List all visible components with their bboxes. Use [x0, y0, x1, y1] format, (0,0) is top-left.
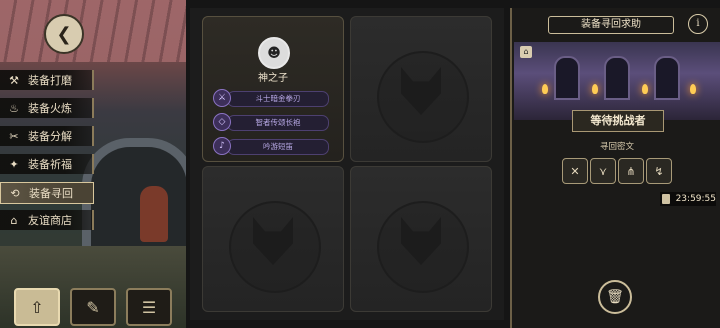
menu-item-label: 装备寻回 [29, 187, 73, 200]
preview-window [554, 56, 580, 100]
menu-item-2[interactable]: ✂ 装备分解 [0, 126, 94, 146]
candle-flame [542, 84, 548, 94]
empty-slot[interactable] [350, 166, 492, 312]
rune-button-1[interactable]: ⋎ [590, 158, 616, 184]
info-button[interactable]: i [688, 14, 708, 34]
hammer-icon: ⚒ [9, 73, 19, 87]
menu-item-0[interactable]: ⚒ 装备打磨 [0, 70, 94, 90]
break-icon: ✂ [9, 129, 19, 143]
empty-slot[interactable] [202, 166, 344, 312]
flame-icon: ♨ [9, 101, 19, 115]
fist-blade-icon: ⚔ [213, 89, 231, 107]
rune-button-0[interactable]: ✕ [562, 158, 588, 184]
hero-name: 神之子 [258, 73, 288, 84]
scene-character [140, 186, 168, 242]
equipment-slots-area: ☻ 神之子 斗士暗金拳刃 ⚔ 智者传颂长袍 ◇ 吟游短笛 ♪ [190, 8, 504, 320]
gear-item[interactable]: 吟游短笛 ♪ [213, 137, 333, 155]
hourglass-icon [662, 194, 670, 204]
menu-item-label: 装备打磨 [28, 74, 72, 87]
candle-flame [642, 84, 648, 94]
scene-preview: ⌂ [514, 42, 720, 120]
trash-button[interactable]: 🗑 [598, 280, 632, 314]
pray-icon: ✦ [9, 157, 19, 171]
back-arrow-icon: ❮ [56, 23, 72, 45]
bottom-tab-2[interactable]: ☰ [126, 288, 172, 326]
scene-roof [0, 0, 186, 62]
preview-badge-icon: ⌂ [520, 46, 532, 58]
timer-value: 23:59:55 [675, 194, 716, 204]
upload-icon: ⇧ [30, 297, 44, 317]
rune-button-2[interactable]: ⋔ [618, 158, 644, 184]
retrieve-icon: ⟲ [10, 186, 20, 200]
runes-label: 寻回密文 [599, 142, 634, 152]
gear-item[interactable]: 斗士暗金拳刃 ⚔ [213, 89, 333, 107]
rune-1-icon: ✕ [570, 164, 580, 178]
feather-icon: ✎ [86, 297, 100, 317]
menu-item-3[interactable]: ✦ 装备祈福 [0, 154, 94, 174]
gear-item-name: 斗士暗金拳刃 [227, 91, 329, 107]
trash-icon: 🗑 [606, 289, 624, 305]
rune-4-icon: ↯ [654, 164, 664, 178]
retrieve-help-panel: 装备寻回求助 i ⌂ 等待挑战者 寻回密文 ✕ ⋎ ⋔ ↯ 23:59:55 🗑 [510, 8, 720, 328]
menu-item-label: 装备分解 [28, 130, 72, 143]
menu-item-label: 装备火炼 [28, 102, 72, 115]
countdown-timer: 23:59:55 [660, 192, 716, 206]
preview-window [604, 56, 630, 100]
flute-icon: ♪ [213, 137, 231, 155]
hero-slot[interactable]: ☻ 神之子 斗士暗金拳刃 ⚔ 智者传颂长袍 ◇ 吟游短笛 ♪ [202, 16, 344, 162]
empty-slot[interactable] [350, 16, 492, 162]
list-icon: ☰ [141, 297, 157, 317]
candle-flame [592, 84, 598, 94]
challenger-status: 等待挑战者 [572, 110, 664, 132]
menu-item-4[interactable]: ⟲ 装备寻回 [0, 182, 94, 204]
bottom-tab-1[interactable]: ✎ [70, 288, 116, 326]
menu-item-label: 装备祈福 [28, 158, 72, 171]
back-button[interactable]: ❮ [44, 14, 84, 54]
menu-item-label: 友谊商店 [28, 214, 72, 227]
masked-hero-avatar: ☻ [258, 37, 290, 69]
panel-title: 装备寻回求助 [548, 16, 674, 34]
gear-item-name: 智者传颂长袍 [227, 115, 329, 131]
preview-window [654, 56, 680, 100]
robe-icon: ◇ [213, 113, 231, 131]
bottom-tab-0[interactable]: ⇧ [14, 288, 60, 326]
rune-button-3[interactable]: ↯ [646, 158, 672, 184]
menu-item-5[interactable]: ⌂ 友谊商店 [0, 210, 94, 230]
gear-item-name: 吟游短笛 [227, 139, 329, 155]
rune-3-icon: ⋔ [626, 164, 636, 178]
rune-2-icon: ⋎ [598, 164, 608, 178]
shop-icon: ⌂ [10, 213, 18, 227]
gear-item[interactable]: 智者传颂长袍 ◇ [213, 113, 333, 131]
candle-flame [690, 84, 696, 94]
menu-item-1[interactable]: ♨ 装备火炼 [0, 98, 94, 118]
